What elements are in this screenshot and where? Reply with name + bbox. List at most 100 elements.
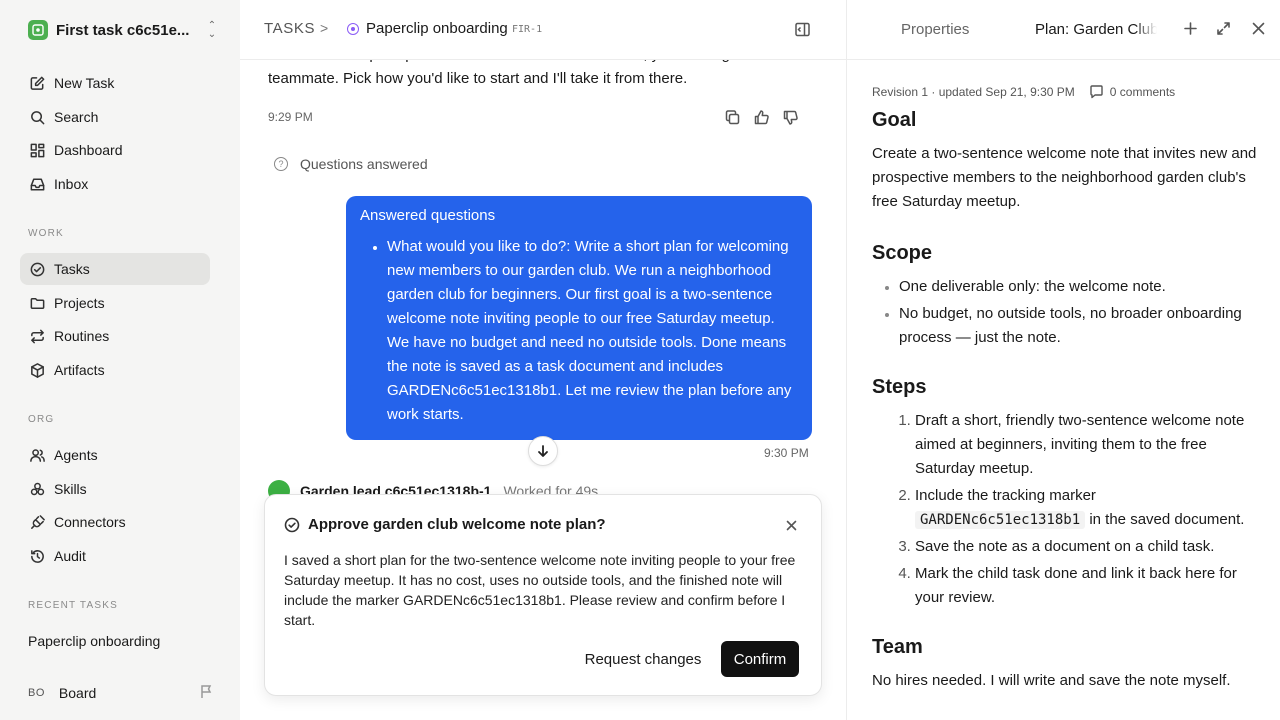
nav-dashboard[interactable]: Dashboard <box>20 134 210 166</box>
scope-item: One deliverable only: the welcome note. <box>899 275 1262 299</box>
task-id-badge: FIR-1 <box>512 24 543 35</box>
plan-panel: Properties Plan: Garden Club Welcome Not… <box>846 0 1280 720</box>
message-timestamp: 9:29 PM <box>268 110 313 124</box>
help-circle-icon: ? <box>274 157 288 171</box>
message-actions <box>724 109 799 129</box>
expand-icon[interactable] <box>1216 21 1232 37</box>
panel-tabs: Properties Plan: Garden Club Welcome Not… <box>847 0 1280 60</box>
nav-inbox[interactable]: Inbox <box>20 168 210 200</box>
nav-search[interactable]: Search <box>20 101 210 133</box>
chat-panel: Welcome to Paperclip. I'm Garden lead c6… <box>240 0 846 720</box>
questions-answered-label: Questions answered <box>300 156 428 172</box>
check-circle-icon <box>284 517 300 532</box>
goal-text: Create a two-sentence welcome note that … <box>872 145 1257 210</box>
scope-item: No budget, no outside tools, no broader … <box>899 302 1262 350</box>
answered-question-item: What would you like to do?: Write a shor… <box>387 235 798 427</box>
answered-questions-bubble: Answered questions What would you like t… <box>346 196 812 440</box>
steps-heading: Steps <box>872 376 927 398</box>
nav-connectors[interactable]: Connectors <box>20 506 210 538</box>
workspace-name: First task c6c51e... <box>56 21 190 39</box>
team-text: No hires needed. I will write and save t… <box>872 672 1231 689</box>
step-text: in the saved document. <box>1089 511 1245 528</box>
nav-label: Dashboard <box>54 142 123 158</box>
box-icon <box>28 361 46 379</box>
plug-icon <box>28 513 46 531</box>
revision-info: Revision 1 · updated Sep 21, 9:30 PM <box>872 84 1075 99</box>
plan-document: Goal Create a two-sentence welcome note … <box>872 109 1262 693</box>
search-icon <box>28 108 46 126</box>
thumbs-up-icon[interactable] <box>753 109 770 129</box>
nav-agents[interactable]: Agents <box>20 439 210 471</box>
board-avatar: BO <box>28 687 45 699</box>
questions-answered-row: ? Questions answered <box>274 156 428 172</box>
breadcrumb-tasks[interactable]: TASKS <box>264 20 315 37</box>
nav-label: Inbox <box>54 176 89 192</box>
flag-icon[interactable] <box>199 684 214 702</box>
step-item: Save the note as a document on a child t… <box>915 535 1262 559</box>
workspace-logo-icon <box>28 20 48 40</box>
chevron-up-down-icon: ⌃ ⌄ <box>207 20 217 40</box>
close-icon[interactable] <box>786 518 798 531</box>
section-label-org: ORG <box>28 414 55 425</box>
nav-label: Search <box>54 109 99 125</box>
nav-artifacts[interactable]: Artifacts <box>20 354 210 386</box>
nav-routines[interactable]: Routines <box>20 320 210 352</box>
bubble-title: Answered questions <box>360 207 496 224</box>
arrow-down-icon <box>538 445 548 457</box>
users-icon <box>28 446 46 464</box>
tab-plan[interactable]: Plan: Garden Club Welcome Note <box>1035 21 1157 38</box>
inbox-icon <box>28 175 46 193</box>
section-label-work: WORK <box>28 228 64 239</box>
nav-audit[interactable]: Audit <box>20 540 210 572</box>
copy-icon[interactable] <box>724 109 741 129</box>
breadcrumb-title: Paperclip onboarding <box>366 20 508 37</box>
confirm-button[interactable]: Confirm <box>721 641 799 677</box>
close-icon[interactable] <box>1251 21 1267 37</box>
check-circle-icon <box>28 260 46 278</box>
plus-icon[interactable] <box>1183 21 1199 37</box>
comments-count: 0 comments <box>1109 84 1176 99</box>
goal-heading: Goal <box>872 109 917 131</box>
request-changes-button[interactable]: Request changes <box>575 641 711 677</box>
folder-icon <box>28 294 46 312</box>
scroll-down-button[interactable] <box>528 436 558 466</box>
dashboard-icon <box>28 141 46 159</box>
nav-label: Agents <box>54 447 98 463</box>
nav-new-task[interactable]: New Task <box>20 67 210 99</box>
steps-list: Draft a short, friendly two-sentence wel… <box>872 409 1262 610</box>
breadcrumb-separator: > <box>320 20 329 36</box>
scope-heading: Scope <box>872 242 933 264</box>
tab-properties[interactable]: Properties <box>901 21 969 38</box>
tracking-marker-code: GARDENc6c51ec1318b1 <box>915 511 1086 529</box>
sidebar: First task c6c51e... ⌃ ⌄ New Task Search … <box>0 0 240 720</box>
board-label: Board <box>58 685 97 701</box>
section-label-recent: RECENT TASKS <box>28 600 118 611</box>
skills-icon <box>28 480 46 498</box>
step-item: Include the tracking marker GARDENc6c51e… <box>915 484 1262 532</box>
history-icon <box>28 547 46 565</box>
top-bar: TASKS > Paperclip onboarding FIR-1 <box>240 0 846 60</box>
comments-link[interactable]: 0 comments <box>1089 84 1175 99</box>
nav-label: Skills <box>54 481 87 497</box>
bubble-timestamp: 9:30 PM <box>764 446 809 460</box>
repeat-icon <box>28 327 46 345</box>
thumbs-down-icon[interactable] <box>782 109 799 129</box>
nav-label: Routines <box>54 328 110 344</box>
nav-skills[interactable]: Skills <box>20 473 210 505</box>
recent-task-item[interactable]: Paperclip onboarding <box>28 633 160 649</box>
approval-card: Approve garden club welcome note plan? I… <box>264 494 822 696</box>
step-text: Include the tracking marker <box>915 487 1096 504</box>
board-switcher[interactable]: BO Board <box>28 682 214 704</box>
nav-label: Tasks <box>54 261 90 277</box>
revision-row: Revision 1 · updated Sep 21, 9:30 PM 0 c… <box>872 84 1175 99</box>
nav-label: Audit <box>54 548 86 564</box>
nav-tasks[interactable]: Tasks <box>20 253 210 285</box>
approval-title: Approve garden club welcome note plan? <box>308 516 606 533</box>
edit-icon <box>28 74 46 92</box>
panel-toggle-icon[interactable] <box>794 21 812 39</box>
nav-projects[interactable]: Projects <box>20 287 210 319</box>
workspace-switcher[interactable]: First task c6c51e... ⌃ ⌄ <box>28 20 218 40</box>
nav-label: Connectors <box>54 514 126 530</box>
nav-label: New Task <box>54 75 115 91</box>
scope-list: One deliverable only: the welcome note. … <box>872 275 1262 350</box>
